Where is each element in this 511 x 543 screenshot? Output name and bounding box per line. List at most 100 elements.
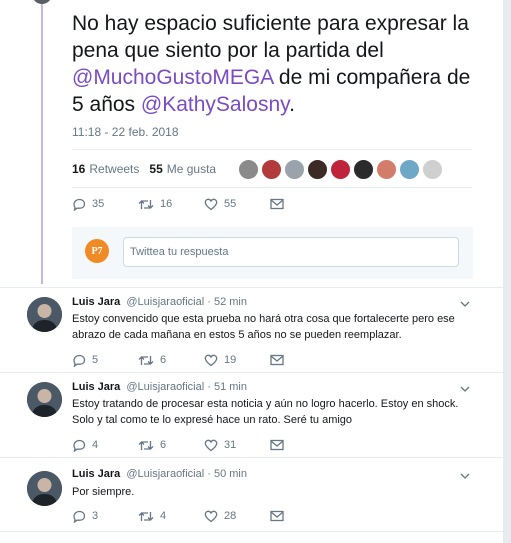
reply-button[interactable]: 3 bbox=[72, 510, 138, 523]
mention-link-kathysalosny[interactable]: @KathySalosny bbox=[141, 93, 289, 116]
retweet-icon bbox=[138, 440, 154, 450]
like-count: 55 bbox=[224, 198, 237, 210]
retweet-icon bbox=[138, 511, 154, 521]
liker-avatar[interactable] bbox=[376, 158, 398, 180]
reply-header: Luis Jara @Luisjaraoficial · 52 min bbox=[72, 296, 247, 308]
liker-avatar[interactable] bbox=[330, 158, 352, 180]
reply-text: Estoy convencido que esta prueba no hará… bbox=[72, 313, 455, 341]
divider bbox=[0, 531, 503, 532]
retweet-button[interactable]: 4 bbox=[138, 510, 204, 523]
liker-avatar[interactable] bbox=[399, 158, 421, 180]
avatar[interactable] bbox=[27, 471, 62, 506]
retweet-icon bbox=[138, 355, 154, 365]
direct-message-button[interactable] bbox=[270, 510, 336, 522]
liker-avatar[interactable] bbox=[353, 158, 375, 180]
mention-link-muchogustomega[interactable]: @MuchoGustoMEGA bbox=[72, 66, 273, 89]
reply-text: Estoy tratando de procesar esta noticia … bbox=[72, 398, 459, 426]
envelope-icon bbox=[270, 354, 284, 366]
reply-tweet[interactable]: Luis Jara @Luisjaraoficial · 50 min Por … bbox=[0, 458, 503, 530]
chevron-down-icon[interactable] bbox=[460, 300, 470, 308]
reply-composer: P7 Twittea tu respuesta bbox=[72, 227, 473, 279]
reply-tweet[interactable]: Luis Jara @Luisjaraoficial · 52 min Esto… bbox=[0, 288, 503, 372]
scroll-gutter bbox=[503, 0, 511, 543]
liker-avatar[interactable] bbox=[261, 158, 283, 180]
reply-header: Luis Jara @Luisjaraoficial · 50 min bbox=[72, 468, 247, 480]
conversation-thread-line bbox=[41, 0, 43, 284]
direct-message-button[interactable] bbox=[270, 198, 336, 210]
retweets-stat-count: 16 bbox=[72, 162, 86, 176]
reply-icon bbox=[73, 510, 86, 523]
reply-header: Luis Jara @Luisjaraoficial · 51 min bbox=[72, 381, 247, 393]
person-avatar-image bbox=[27, 297, 62, 332]
retweets-stat-label: Retweets bbox=[89, 162, 140, 176]
reply-count: 5 bbox=[92, 354, 99, 366]
user-avatar: P7 bbox=[85, 239, 109, 263]
reply-count: 4 bbox=[92, 439, 99, 451]
author-handle[interactable]: @Luisjaraoficial bbox=[126, 381, 204, 393]
reply-time[interactable]: · 51 min bbox=[207, 381, 247, 393]
reply-icon bbox=[73, 198, 86, 211]
heart-icon bbox=[204, 354, 218, 366]
reply-button[interactable]: 5 bbox=[72, 354, 138, 367]
author-name[interactable]: Luis Jara bbox=[72, 468, 120, 480]
liker-avatar[interactable] bbox=[238, 158, 260, 180]
like-button[interactable]: 55 bbox=[204, 198, 270, 211]
tweet-timestamp[interactable]: 11:18 - 22 feb. 2018 bbox=[72, 125, 179, 139]
reply-input[interactable]: Twittea tu respuesta bbox=[123, 237, 459, 267]
like-button[interactable]: 28 bbox=[204, 510, 270, 523]
like-button[interactable]: 19 bbox=[204, 354, 270, 367]
direct-message-button[interactable] bbox=[270, 439, 336, 451]
tweet-stats: 16 Retweets 55 Me gusta bbox=[72, 158, 445, 180]
reply-actions: 4 6 31 bbox=[72, 437, 336, 453]
chevron-down-icon[interactable] bbox=[460, 472, 470, 480]
reply-count: 3 bbox=[92, 510, 99, 522]
avatar[interactable] bbox=[27, 382, 62, 417]
heart-icon bbox=[204, 510, 218, 522]
reply-tweet[interactable]: Luis Jara @Luisjaraoficial · 51 min Esto… bbox=[0, 373, 503, 457]
previous-avatar-edge bbox=[32, 0, 52, 4]
retweet-icon bbox=[138, 199, 154, 209]
tweet-text-part: No hay espacio suficiente para expresar … bbox=[72, 12, 469, 62]
reply-button[interactable]: 35 bbox=[72, 198, 138, 211]
heart-icon bbox=[204, 198, 218, 210]
like-count: 31 bbox=[224, 439, 237, 451]
retweet-count: 6 bbox=[160, 354, 167, 366]
reply-icon bbox=[73, 354, 86, 367]
tweet-text: No hay espacio suficiente para expresar … bbox=[72, 10, 482, 118]
author-name[interactable]: Luis Jara bbox=[72, 381, 120, 393]
author-handle[interactable]: @Luisjaraoficial bbox=[126, 296, 204, 308]
reply-icon bbox=[73, 439, 86, 452]
author-name[interactable]: Luis Jara bbox=[72, 296, 120, 308]
tweet-text-part: . bbox=[289, 93, 295, 116]
like-count: 19 bbox=[224, 354, 237, 366]
reply-button[interactable]: 4 bbox=[72, 439, 138, 452]
like-count: 28 bbox=[224, 510, 237, 522]
envelope-icon bbox=[270, 439, 284, 451]
retweets-stat[interactable]: 16 Retweets bbox=[72, 162, 139, 176]
retweet-button[interactable]: 6 bbox=[138, 439, 204, 452]
likes-stat[interactable]: 55 Me gusta bbox=[149, 162, 216, 176]
heart-icon bbox=[204, 439, 218, 451]
liker-avatar[interactable] bbox=[422, 158, 444, 180]
direct-message-button[interactable] bbox=[270, 354, 336, 366]
reply-time[interactable]: · 50 min bbox=[207, 468, 247, 480]
person-avatar-image bbox=[27, 471, 62, 506]
retweet-count: 6 bbox=[160, 439, 167, 451]
avatar[interactable] bbox=[27, 297, 62, 332]
liker-avatars bbox=[238, 158, 445, 180]
retweet-count: 4 bbox=[160, 510, 167, 522]
retweet-button[interactable]: 16 bbox=[138, 198, 204, 211]
likes-stat-label: Me gusta bbox=[166, 162, 217, 176]
divider bbox=[72, 149, 472, 150]
reply-time[interactable]: · 52 min bbox=[207, 296, 247, 308]
like-button[interactable]: 31 bbox=[204, 439, 270, 452]
retweet-button[interactable]: 6 bbox=[138, 354, 204, 367]
author-handle[interactable]: @Luisjaraoficial bbox=[126, 468, 204, 480]
tweet-actions: 35 16 55 bbox=[72, 196, 336, 212]
liker-avatar[interactable] bbox=[307, 158, 329, 180]
reply-actions: 5 6 19 bbox=[72, 352, 336, 368]
liker-avatar[interactable] bbox=[284, 158, 306, 180]
envelope-icon bbox=[270, 510, 284, 522]
chevron-down-icon[interactable] bbox=[460, 385, 470, 393]
likes-stat-count: 55 bbox=[149, 162, 163, 176]
